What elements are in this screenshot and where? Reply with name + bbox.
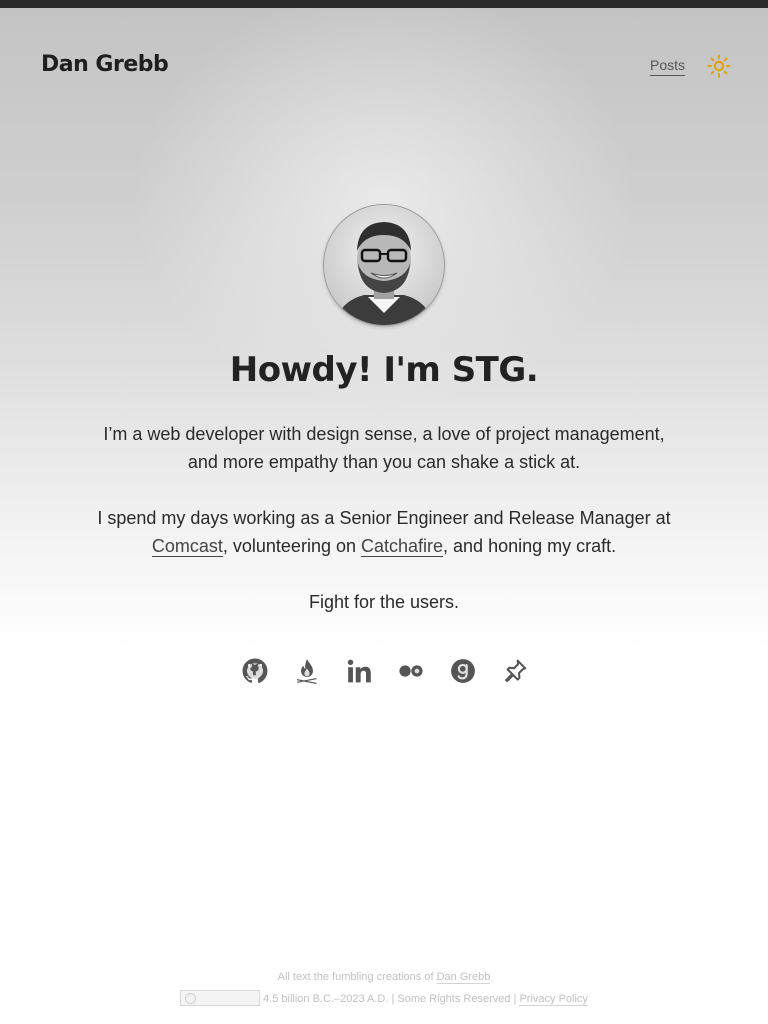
- footer-author-link[interactable]: Dan Grebb: [436, 971, 491, 984]
- intro-paragraph: I’m a web developer with design sense, a…: [103, 424, 665, 472]
- creative-commons-badge[interactable]: [180, 990, 261, 1006]
- privacy-policy-link[interactable]: Privacy Policy: [519, 992, 588, 1006]
- page-headline: Howdy! I'm STG.: [229, 350, 539, 390]
- goodreads-icon: [451, 659, 475, 683]
- work-text-middle: , volunteering on: [222, 536, 361, 556]
- github-link[interactable]: [240, 656, 270, 686]
- work-text-before: I spend my days working as a Senior Engi…: [97, 508, 671, 528]
- nav-posts-link[interactable]: Posts: [650, 57, 686, 76]
- footer-credit-text: All text the fumbling creations of: [277, 971, 437, 983]
- pin-icon: [505, 659, 527, 683]
- pin-link[interactable]: [500, 656, 530, 686]
- site-title[interactable]: Dan Grebb: [41, 52, 169, 77]
- work-text-after: , and honing my craft.: [443, 536, 617, 556]
- campfire-icon: [296, 659, 317, 684]
- top-bar: [0, 0, 768, 8]
- linkedin-icon: [347, 659, 371, 683]
- work-paragraph: I spend my days working as a Senior Engi…: [90, 504, 678, 560]
- social-links: [240, 656, 530, 686]
- avatar: [324, 205, 444, 325]
- theme-toggle-button[interactable]: [707, 54, 731, 78]
- flickr-link[interactable]: [396, 656, 426, 686]
- footer-license-text: 4.5 billion B.C.–2023 A.D. | Some Rights…: [263, 992, 520, 1005]
- motto: Fight for the users.: [308, 592, 460, 612]
- comcast-link[interactable]: Comcast: [151, 536, 223, 557]
- github-icon: [242, 658, 268, 684]
- sun-icon: [707, 54, 731, 78]
- goodreads-link[interactable]: [448, 656, 478, 686]
- campfire-link[interactable]: [292, 656, 322, 686]
- footer-credit: All text the fumbling creations of Dan G…: [0, 971, 768, 984]
- flickr-icon: [399, 665, 423, 677]
- footer-license: 4.5 billion B.C.–2023 A.D. | Some Rights…: [0, 990, 768, 1007]
- linkedin-link[interactable]: [344, 656, 374, 686]
- catchafire-link[interactable]: Catchafire: [360, 536, 444, 557]
